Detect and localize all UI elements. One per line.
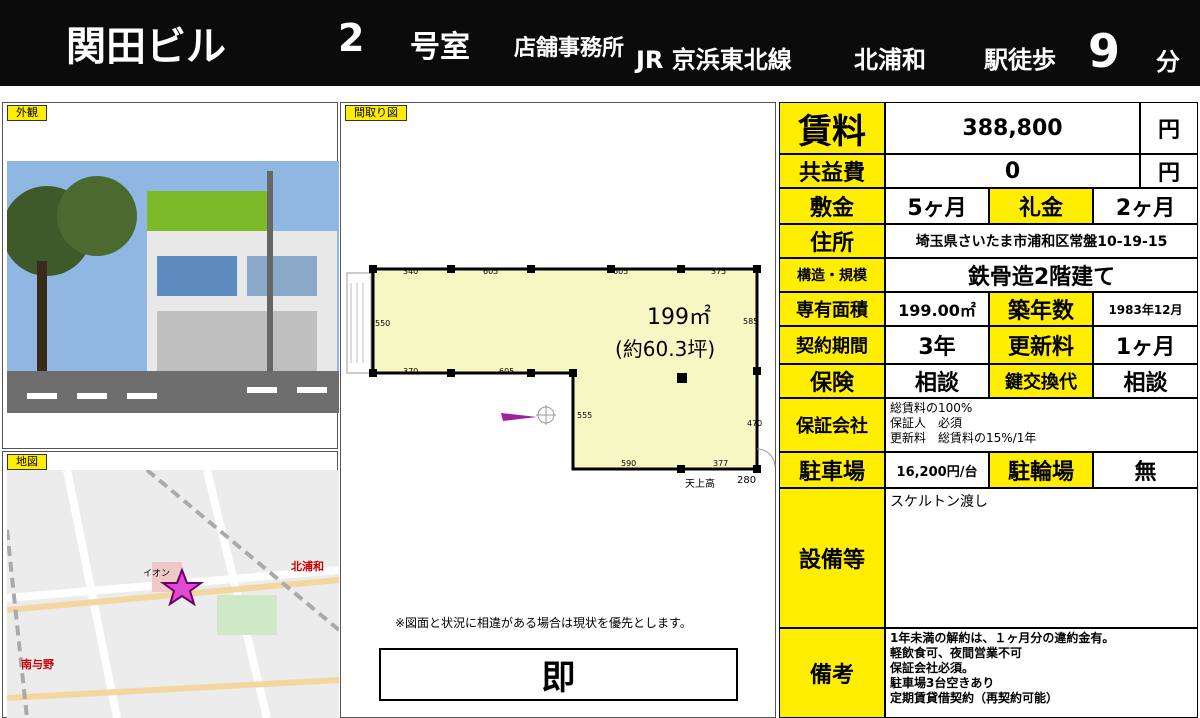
key-exchange-value: 相談 (1093, 364, 1198, 398)
rent-value: 388,800 (885, 102, 1140, 154)
key-money-value: 2ヶ月 (1093, 188, 1198, 224)
address-value: 埼玉県さいたま市浦和区常盤10-19-15 (885, 224, 1198, 258)
building-name: 関田ビル (66, 24, 226, 70)
key-money-label: 礼金 (989, 188, 1093, 224)
key-exchange-label: 鍵交換代 (989, 364, 1093, 398)
station-name: 北浦和 (854, 46, 926, 74)
minutes-suffix: 分 (1156, 48, 1180, 76)
remarks-line: 1年未満の解約は、１ヶ月分の違約金有。 (890, 631, 1115, 645)
rent-unit: 円 (1140, 102, 1198, 154)
dim-right-bottom: 470 (747, 419, 763, 428)
dim-mid-2: 605 (499, 367, 515, 376)
renewal-fee-value: 1ヶ月 (1093, 326, 1198, 364)
contract-label: 契約期間 (779, 326, 885, 364)
address-label: 住所 (779, 224, 885, 258)
equipment-label: 設備等 (779, 488, 885, 628)
parking-label: 駐車場 (779, 452, 885, 488)
dim-top-2: 605 (483, 267, 499, 276)
ceiling-value: 280 (737, 475, 757, 486)
common-fee-unit: 円 (1140, 154, 1198, 188)
disclaimer-note: ※図面と状況に相違がある場合は現状を優先とします。 (395, 616, 692, 630)
dim-bottom-1: 590 (621, 459, 637, 468)
built-year-value: 1983年12月 (1093, 292, 1198, 326)
map-label-kitaurawa: 北浦和 (291, 560, 324, 573)
dim-inner: 555 (577, 411, 593, 420)
map-label-minamiyono: 南与野 (21, 658, 54, 671)
floorplan-drawing (346, 265, 776, 473)
dim-top-3: 605 (613, 267, 629, 276)
dim-left: 550 (375, 319, 391, 328)
map-label: 地図 (7, 454, 47, 470)
parking-value: 16,200円/台 (885, 452, 989, 488)
map-label-aeon: イオン (143, 569, 171, 579)
dim-mid-1: 370 (403, 367, 419, 376)
room-suffix: 号室 (410, 30, 470, 65)
usage-type: 店舗事務所 (514, 36, 625, 61)
remarks-details: 1年未満の解約は、１ヶ月分の違約金有。 軽飲食可、夜間営業不可 保証会社必須。 … (885, 628, 1198, 718)
bicycle-parking-label: 駐輪場 (989, 452, 1093, 488)
structure-value: 鉄骨造2階建て (885, 258, 1198, 292)
walk-label: 駅徒歩 (984, 46, 1056, 74)
header-bar: 関田ビル 2 号室 店舗事務所 JR 京浜東北線 北浦和 駅徒歩 9 分 (0, 0, 1200, 86)
remarks-line: 保証会社必須。 (890, 661, 975, 675)
remarks-line: 定期賃貸借契約（再契約可能） (890, 691, 1059, 705)
guarantee-details: 総賃料の100% 保証人 必須 更新料 総賃料の15%/1年 (885, 398, 1198, 452)
train-line: JR 京浜東北線 (636, 46, 792, 74)
floor-tsubo-text: (約60.3坪) (615, 337, 716, 361)
guarantee-line: 更新料 総賃料の15%/1年 (890, 431, 1037, 445)
map-panel: 地図 北浦和 南与野 イオン (2, 451, 339, 718)
walk-minutes: 9 (1088, 24, 1121, 78)
ceiling-label: 天上高 (685, 479, 715, 490)
dim-top-1: 340 (403, 267, 419, 276)
guarantee-label: 保証会社 (779, 398, 885, 452)
exterior-panel: 外観 (2, 102, 339, 449)
room-number: 2 (338, 16, 365, 60)
deposit-value: 5ヶ月 (885, 188, 989, 224)
equipment-value: スケルトン渡し (885, 488, 1198, 628)
area-value: 199.00㎡ (885, 292, 989, 326)
insurance-value: 相談 (885, 364, 989, 398)
rent-label: 賃料 (779, 102, 885, 154)
deposit-label: 敷金 (779, 188, 885, 224)
dim-top-4: 375 (711, 267, 727, 276)
exterior-photo (7, 161, 339, 413)
guarantee-line: 総賃料の100% (890, 401, 973, 415)
dim-bottom-2: 377 (713, 459, 729, 468)
bicycle-parking-value: 無 (1093, 452, 1198, 488)
floor-area-text: 199㎡ (647, 305, 711, 330)
availability-box: 即 (379, 648, 738, 701)
exterior-label: 外観 (7, 105, 47, 121)
structure-label: 構造・規模 (779, 258, 885, 292)
area-label: 専有面積 (779, 292, 885, 326)
guarantee-line: 保証人 必須 (890, 416, 963, 430)
contract-value: 3年 (885, 326, 989, 364)
built-year-label: 築年数 (989, 292, 1093, 326)
common-fee-value: 0 (885, 154, 1140, 188)
insurance-label: 保険 (779, 364, 885, 398)
renewal-fee-label: 更新料 (989, 326, 1093, 364)
remarks-line: 軽飲食可、夜間営業不可 (890, 646, 1023, 660)
common-fee-label: 共益費 (779, 154, 885, 188)
remarks-label: 備考 (779, 628, 885, 718)
dim-right-top: 585 (743, 317, 759, 326)
remarks-line: 駐車場3台空きあり (890, 676, 995, 690)
area-map: 北浦和 南与野 イオン (7, 470, 339, 718)
floorplan-label: 間取り図 (345, 105, 407, 121)
